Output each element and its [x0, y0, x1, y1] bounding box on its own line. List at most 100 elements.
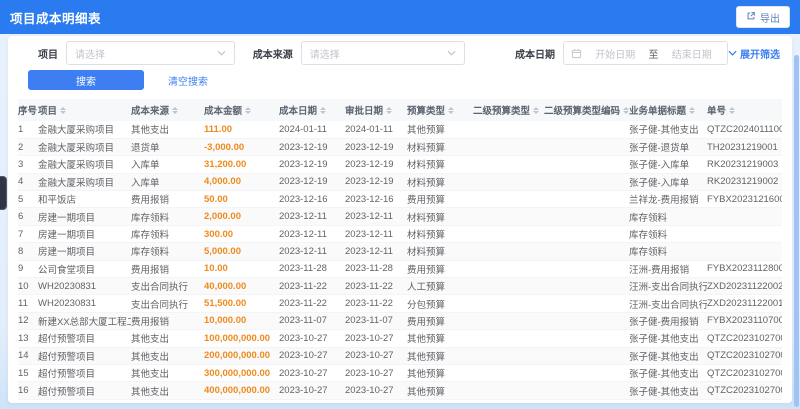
cost-source-select-placeholder: 请选择	[309, 49, 340, 61]
cell-cost-source: 库存领料	[131, 242, 204, 261]
cell-cost-amount: 300,000,000.00	[204, 364, 279, 383]
sort-caret-icon[interactable]	[386, 104, 393, 117]
column-header-doc-no[interactable]: 单号	[707, 99, 782, 121]
cell-approval-date: 2023-10-27	[345, 381, 407, 400]
start-date-input[interactable]: 开始日期	[587, 46, 643, 61]
cell-cost-source: 退货单	[131, 138, 204, 157]
end-date-input[interactable]: 结束日期	[664, 46, 720, 61]
cell-cost-amount: 500,000,000.00	[204, 399, 279, 403]
cell-budget-subtype-code	[544, 381, 629, 400]
cell-approval-date: 2023-12-11	[345, 225, 407, 244]
cell-budget-type: 材料预算	[407, 207, 473, 226]
date-range-separator: 至	[648, 49, 659, 61]
cell-approval-date: 2023-11-22	[345, 277, 407, 296]
cell-doc-no: ZXD20231122001	[707, 294, 782, 313]
column-header-label: 二级预算类型编码	[544, 106, 621, 117]
cell-budget-subtype	[473, 312, 544, 331]
column-header-cost-source[interactable]: 成本来源	[131, 99, 204, 121]
cell-budget-subtype	[473, 329, 544, 348]
cost-date-range-picker[interactable]: 开始日期 至 结束日期	[563, 41, 728, 65]
cell-doc-title: 汪洲-支出合同执行	[629, 277, 707, 296]
cell-cost-source: 其他支出	[131, 381, 204, 400]
cell-approval-date: 2023-12-11	[345, 242, 407, 261]
sort-caret-icon[interactable]	[448, 104, 455, 117]
sort-caret-icon[interactable]	[60, 104, 67, 117]
table-row: 4 金融大厦采购项目 入库单 4,000.00 2023-12-19 2023-12-19…	[18, 173, 782, 192]
cell-approval-date: 2023-11-07	[345, 312, 407, 331]
project-select-placeholder: 请选择	[75, 49, 105, 61]
cell-budget-subtype-code	[544, 173, 629, 192]
cell-project: 超付预警项目	[38, 329, 131, 348]
column-header-budget-subtype-code[interactable]: 二级预算类型编码	[544, 99, 629, 121]
column-header-label: 二级预算类型	[473, 106, 531, 117]
sort-caret-icon[interactable]	[533, 104, 540, 117]
cell-cost-source: 支出合同执行	[131, 277, 204, 296]
chevron-down-icon	[447, 50, 456, 56]
expand-filters-link[interactable]: 展开筛选	[728, 46, 780, 61]
cell-cost-source: 库存领料	[131, 207, 204, 226]
column-header-doc-title[interactable]: 业务单据标题	[629, 99, 707, 121]
cell-budget-subtype-code	[544, 260, 629, 279]
cell-cost-date: 2023-10-27	[279, 381, 345, 400]
clear-search-button[interactable]: 清空搜索	[168, 73, 208, 88]
cell-budget-subtype-code	[544, 190, 629, 209]
cell-doc-no	[707, 207, 782, 226]
sort-caret-icon[interactable]	[172, 104, 179, 117]
column-header-project[interactable]: 项目	[38, 99, 131, 121]
cell-cost-source: 其他支出	[131, 347, 204, 365]
cell-index: 17	[18, 399, 38, 403]
cell-index: 11	[18, 294, 38, 313]
cell-project: 房建一期项目	[38, 242, 131, 261]
column-header-label: 成本日期	[279, 106, 318, 117]
action-bar: 搜索 清空搜索	[8, 65, 792, 91]
table-row: 6 房建一期项目 库存领料 2,000.00 2023-12-11 2023-12-11 材…	[18, 207, 782, 226]
cost-source-filter-label: 成本来源	[252, 49, 293, 61]
cell-approval-date: 2023-10-27	[345, 329, 407, 348]
export-button[interactable]: 导出	[736, 6, 790, 28]
cell-cost-source: 其他支出	[131, 364, 204, 383]
project-select[interactable]: 请选择	[66, 41, 235, 65]
column-header-label: 业务单据标题	[629, 106, 687, 117]
table-row: 15 超付预警项目 其他支出 300,000,000.00 2023-10-27 2023…	[18, 364, 782, 383]
table-row: 9 公司食堂项目 费用报销 10.00 2023-11-28 2023-11-28 费用预算…	[18, 260, 782, 279]
cell-project: WH20230831	[38, 294, 131, 313]
column-header-budget-subtype[interactable]: 二级预算类型	[473, 99, 544, 121]
sort-caret-icon[interactable]	[245, 104, 252, 117]
cell-cost-source: 其他支出	[131, 121, 204, 139]
cell-budget-subtype	[473, 190, 544, 209]
cell-budget-type: 其他预算	[407, 381, 473, 400]
vertical-scrollbar[interactable]	[794, 55, 799, 407]
cell-index: 10	[18, 277, 38, 296]
expand-filters-label: 展开筛选	[740, 49, 780, 61]
side-drawer-handle[interactable]	[0, 176, 7, 210]
table-row: 13 超付预警项目 其他支出 100,000,000.00 2023-10-27 2023…	[18, 329, 782, 348]
column-header-budget-type[interactable]: 预算类型	[407, 99, 473, 121]
cell-index: 8	[18, 242, 38, 261]
cell-project: 房建一期项目	[38, 225, 131, 244]
search-button[interactable]: 搜索	[28, 70, 144, 90]
table-header-row: 序号 项目 成本来源 成本金额 成本日期 审批日期 预算类型 二级预算类型 二级预算类型编码 业务…	[18, 99, 782, 121]
column-header-label: 预算类型	[407, 106, 446, 117]
cell-budget-subtype-code	[544, 155, 629, 174]
column-header-approval-date[interactable]: 审批日期	[345, 99, 407, 121]
sort-caret-icon[interactable]	[729, 104, 736, 117]
cell-index: 14	[18, 347, 38, 365]
cell-doc-title: 张子健-费用报销	[629, 312, 707, 331]
column-header-index: 序号	[18, 99, 38, 121]
sort-caret-icon[interactable]	[689, 104, 696, 117]
cell-project: 金融大厦采购项目	[38, 121, 131, 139]
export-icon	[746, 11, 756, 24]
column-header-cost-amount[interactable]: 成本金额	[204, 99, 279, 121]
cell-doc-no: QTZC20231027002	[707, 399, 782, 403]
cell-doc-title: 汪洲-费用报销	[629, 260, 707, 279]
export-button-label: 导出	[760, 13, 780, 25]
cell-cost-amount: 4,000.00	[204, 173, 279, 192]
sort-caret-icon[interactable]	[320, 104, 327, 117]
table-row: 10 WH20230831 支出合同执行 40,000.00 2023-11-22 202…	[18, 277, 782, 296]
cell-cost-date: 2023-11-22	[279, 294, 345, 313]
table-row: 3 金融大厦采购项目 入库单 31,200.00 2023-12-19 2023-12-1…	[18, 155, 782, 174]
cost-source-select[interactable]: 请选择	[300, 41, 466, 65]
cell-cost-amount: 5,000.00	[204, 242, 279, 261]
cell-cost-date: 2023-10-27	[279, 364, 345, 383]
column-header-cost-date[interactable]: 成本日期	[279, 99, 345, 121]
